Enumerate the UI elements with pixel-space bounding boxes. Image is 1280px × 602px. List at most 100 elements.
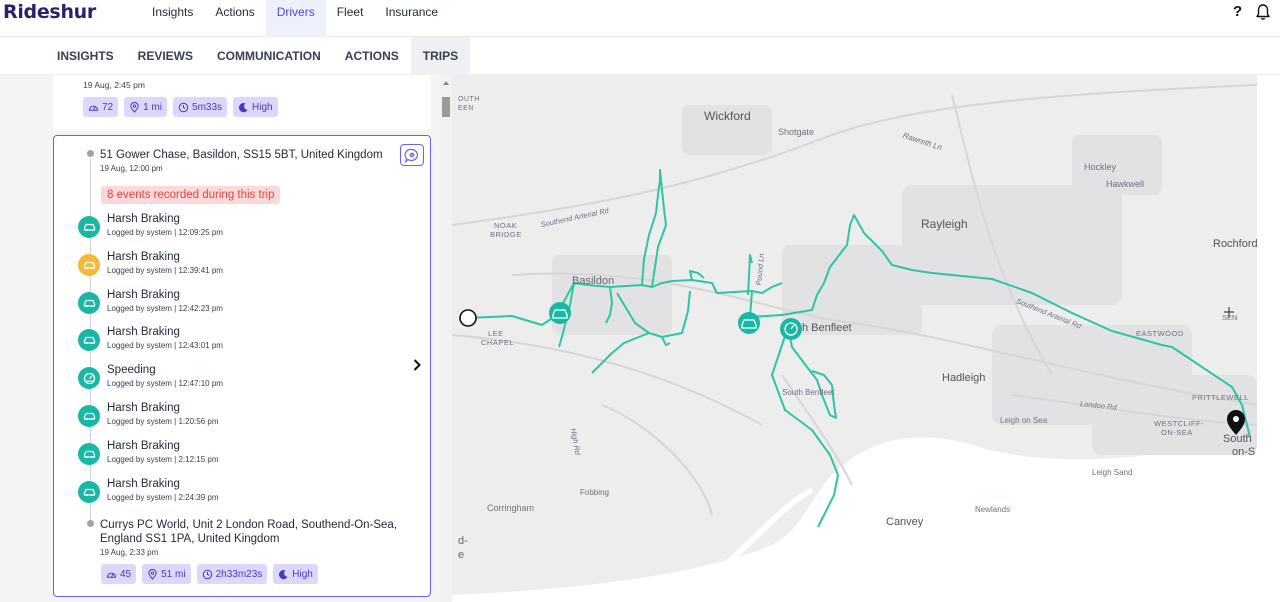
event-marker-car[interactable] bbox=[549, 302, 571, 324]
map-label: d- bbox=[458, 535, 468, 547]
car-icon bbox=[78, 216, 100, 238]
event-meta: Logged by system | 12:42:23 pm bbox=[107, 303, 223, 313]
car-icon bbox=[78, 442, 100, 465]
map-label: Corringham bbox=[487, 503, 535, 513]
duration-chip: 2h33m23s bbox=[196, 564, 268, 584]
map-label: LEE bbox=[488, 329, 504, 338]
event-title: Harsh Braking bbox=[107, 213, 180, 225]
map-label: e bbox=[458, 549, 465, 561]
score-value: 45 bbox=[120, 568, 132, 580]
nav-fleet[interactable]: Fleet bbox=[326, 0, 375, 37]
map-label: Hawkwell bbox=[1106, 179, 1145, 189]
event-meta: Logged by system | 2:24:39 pm bbox=[107, 492, 219, 502]
tab-reviews[interactable]: REVIEWS bbox=[126, 37, 205, 75]
event-row[interactable]: Harsh Braking Logged by system | 1:20:56 … bbox=[78, 402, 378, 435]
event-title: Harsh Braking bbox=[107, 477, 180, 490]
tab-communication[interactable]: COMMUNICATION bbox=[205, 37, 333, 75]
clock-icon bbox=[202, 569, 212, 579]
map-label: ON-SEA bbox=[1161, 428, 1193, 437]
end-dot bbox=[87, 520, 94, 527]
event-row[interactable]: Harsh Braking Logged by system | 12:43:01… bbox=[78, 326, 378, 359]
location-pin-icon bbox=[148, 568, 157, 580]
event-meta: Logged by system | 12:09:25 pm bbox=[107, 228, 223, 237]
map-label: PRITTLEWELL bbox=[1192, 393, 1249, 402]
clock-icon bbox=[178, 102, 189, 112]
score-value: 72 bbox=[102, 101, 114, 113]
event-title: Harsh Braking bbox=[107, 326, 180, 339]
bell-icon[interactable] bbox=[1255, 3, 1271, 21]
map-label: Leigh Sand bbox=[1092, 468, 1133, 477]
map-label: WESTCLIFF- bbox=[1154, 419, 1204, 428]
map-label: Canvey bbox=[886, 516, 924, 528]
nav-drivers[interactable]: Drivers bbox=[265, 0, 326, 37]
chat-icon bbox=[404, 148, 418, 163]
map-label: Leigh on Sea bbox=[1000, 416, 1048, 425]
previous-trip-card[interactable]: 19 Aug, 2:45 pm 72 1 mi 5m33s High bbox=[53, 75, 431, 130]
map-label: Basildon bbox=[572, 275, 615, 287]
map-label: BRIDGE bbox=[490, 230, 522, 239]
event-row[interactable]: Harsh Braking Logged by system | 2:12:15 … bbox=[78, 440, 378, 473]
comment-button[interactable] bbox=[400, 144, 424, 166]
map-label: SEN bbox=[1222, 313, 1238, 322]
duration-value: 5m33s bbox=[192, 101, 223, 113]
map-label: Rayleigh bbox=[921, 217, 968, 231]
brand-logo[interactable]: Rideshur bbox=[3, 1, 96, 23]
tab-trips[interactable]: TRIPS bbox=[410, 37, 471, 75]
map-label: Shotgate bbox=[778, 127, 815, 137]
end-address-line2: England SS1 1PA, United Kingdom bbox=[100, 533, 280, 545]
duration-chip: 5m33s bbox=[173, 97, 228, 117]
speedometer-icon bbox=[88, 105, 99, 111]
scroll-up-arrow[interactable] bbox=[443, 81, 449, 85]
event-row[interactable]: Harsh Braking Logged by system | 12:39:41… bbox=[78, 251, 378, 284]
distance-value: 51 mi bbox=[161, 568, 186, 580]
start-marker[interactable] bbox=[459, 309, 477, 327]
trip-date: 19 Aug, 2:45 pm bbox=[83, 80, 145, 90]
car-icon bbox=[78, 480, 100, 503]
event-row[interactable]: Harsh Braking Logged by system | 12:42:23… bbox=[78, 289, 378, 322]
map-label: Wickford bbox=[704, 109, 751, 123]
list-scrollbar[interactable] bbox=[440, 75, 452, 602]
moon-icon bbox=[279, 569, 288, 579]
car-icon bbox=[78, 329, 100, 352]
event-row[interactable]: Speeding Logged by system | 12:47:10 pm bbox=[78, 364, 378, 397]
map-label: Hadleigh bbox=[942, 372, 986, 384]
risk-value: High bbox=[292, 568, 313, 580]
scroll-thumb[interactable] bbox=[442, 97, 450, 117]
event-meta: Logged by system | 12:43:01 pm bbox=[107, 341, 223, 351]
tab-actions[interactable]: ACTIONS bbox=[333, 37, 411, 75]
speedometer-icon bbox=[78, 367, 100, 390]
nav-insights[interactable]: Insights bbox=[141, 0, 204, 37]
trip-map[interactable]: Wickford Shotgate Rawreth Ln Hockley Haw… bbox=[452, 75, 1280, 602]
map-label: South bbox=[1223, 433, 1252, 445]
event-row[interactable]: Harsh Braking Logged by system | 2:24:39 … bbox=[78, 477, 378, 511]
map-label: NOAK bbox=[494, 221, 518, 230]
map-label: Rochford bbox=[1213, 238, 1258, 250]
chevron-right-icon[interactable] bbox=[411, 358, 423, 372]
distance-chip: 1 mi bbox=[124, 97, 168, 117]
tab-insights[interactable]: INSIGHTS bbox=[45, 37, 126, 75]
event-meta: Logged by system | 12:39:41 pm bbox=[107, 265, 223, 275]
map-label: Hockley bbox=[1084, 162, 1117, 172]
map-label: EASTWOOD bbox=[1136, 329, 1184, 338]
end-date: 19 Aug, 2:33 pm bbox=[100, 548, 159, 557]
risk-value: High bbox=[252, 101, 273, 113]
event-marker-car[interactable] bbox=[738, 312, 760, 334]
nav-insurance[interactable]: Insurance bbox=[374, 0, 449, 37]
events-summary-badge: 8 events recorded during this trip bbox=[101, 186, 281, 204]
help-icon[interactable]: ? bbox=[1233, 3, 1242, 20]
map-label: EEN bbox=[458, 105, 474, 112]
selected-trip-card[interactable]: 51 Gower Chase, Basildon, SS15 5BT, Unit… bbox=[53, 135, 431, 597]
event-meta: Logged by system | 2:12:15 pm bbox=[107, 454, 219, 464]
map-label: OUTH bbox=[458, 96, 480, 103]
event-row[interactable]: Harsh Braking Logged by system | 12:09:25… bbox=[78, 213, 378, 246]
event-marker-speeding[interactable] bbox=[780, 318, 802, 340]
map-label: South Benfleet bbox=[782, 388, 835, 397]
map-canvas[interactable] bbox=[452, 75, 1280, 602]
nav-actions[interactable]: Actions bbox=[204, 0, 265, 37]
map-label: on-S bbox=[1232, 446, 1256, 458]
top-nav: Rideshur Insights Actions Drivers Fleet … bbox=[0, 0, 1280, 37]
distance-chip: 51 mi bbox=[142, 564, 191, 584]
end-address-line1: Currys PC World, Unit 2 London Road, Sou… bbox=[100, 519, 398, 531]
event-meta: Logged by system | 12:47:10 pm bbox=[107, 379, 223, 389]
start-date: 19 Aug, 12:00 pm bbox=[100, 164, 163, 173]
